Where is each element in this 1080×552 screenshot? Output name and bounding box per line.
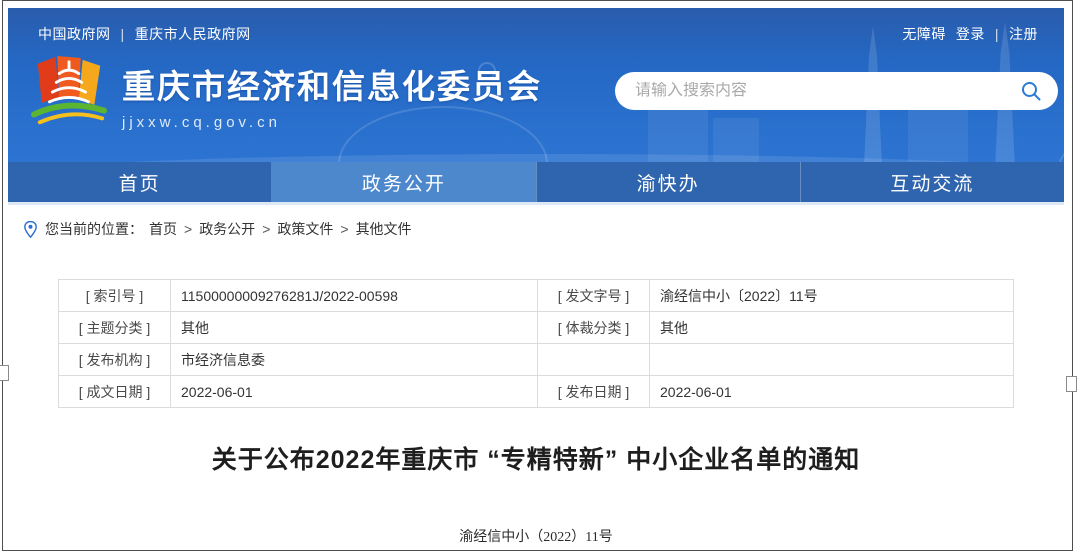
main-nav: 首页 政务公开 渝快办 互动交流 <box>8 162 1064 202</box>
table-row: [ 主题分类 ] 其他 [ 体裁分类 ] 其他 <box>59 312 1014 344</box>
site-domain: jjxxw.cq.gov.cn <box>122 114 542 131</box>
gov-links: 中国政府网 | 重庆市人民政府网 <box>38 24 251 44</box>
site-title[interactable]: 重庆市经济和信息化委员会 <box>122 60 542 108</box>
register-link[interactable]: 注册 <box>1009 24 1038 44</box>
meta-label-subject-class: [ 主题分类 ] <box>59 312 171 344</box>
separator: | <box>121 26 125 42</box>
selection-handle-left[interactable] <box>0 365 9 381</box>
top-bar: 中国政府网 | 重庆市人民政府网 无障碍 登录 | 注册 <box>8 8 1064 44</box>
skyline-wave-icon <box>8 154 1064 162</box>
search-input[interactable] <box>635 82 1020 100</box>
selection-handle-right[interactable] <box>1066 376 1077 392</box>
nav-item-gov-affairs[interactable]: 政务公开 <box>271 162 535 202</box>
doc-meta-table-wrap: [ 索引号 ] 11500000009276281J/2022-00598 [ … <box>58 279 1014 408</box>
brand-text: 重庆市经济和信息化委员会 jjxxw.cq.gov.cn <box>122 60 542 131</box>
meta-value-written-date: 2022-06-01 <box>171 376 538 408</box>
page: 中国政府网 | 重庆市人民政府网 无障碍 登录 | 注册 <box>8 8 1064 546</box>
search-button[interactable] <box>1020 80 1042 102</box>
nav-item-home[interactable]: 首页 <box>8 162 271 202</box>
login-link[interactable]: 登录 <box>956 24 985 44</box>
separator: | <box>995 26 999 42</box>
breadcrumb-separator: > <box>184 221 192 237</box>
meta-value-empty <box>650 344 1014 376</box>
meta-value-doc-symbol: 渝经信中小〔2022〕11号 <box>650 280 1014 312</box>
breadcrumb-item-policy-files[interactable]: 政策文件 <box>277 219 333 239</box>
meta-label-index-no: [ 索引号 ] <box>59 280 171 312</box>
nav-item-interaction[interactable]: 互动交流 <box>800 162 1064 202</box>
meta-label-written-date: [ 成文日期 ] <box>59 376 171 408</box>
nav-item-yukuaiban[interactable]: 渝快办 <box>536 162 800 202</box>
meta-value-publish-date: 2022-06-01 <box>650 376 1014 408</box>
doc-meta-table: [ 索引号 ] 11500000009276281J/2022-00598 [ … <box>58 279 1014 408</box>
meta-label-doc-symbol: [ 发文字号 ] <box>538 280 650 312</box>
breadcrumb-separator: > <box>340 221 348 237</box>
meta-value-issuing-agency: 市经济信息委 <box>171 344 538 376</box>
accessibility-link[interactable]: 无障碍 <box>902 24 946 44</box>
breadcrumb-separator: > <box>262 221 270 237</box>
search-box[interactable] <box>615 72 1058 110</box>
breadcrumb: 您当前的位置： 首页 > 政务公开 > 政策文件 > 其他文件 <box>8 205 1064 251</box>
breadcrumb-item-home[interactable]: 首页 <box>149 219 177 239</box>
location-pin-icon <box>24 221 37 238</box>
meta-label-empty <box>538 344 650 376</box>
meta-label-issuing-agency: [ 发布机构 ] <box>59 344 171 376</box>
meta-label-genre-class: [ 体裁分类 ] <box>538 312 650 344</box>
page-title: 关于公布2022年重庆市 “专精特新” 中小企业名单的通知 <box>8 440 1064 476</box>
meta-value-subject-class: 其他 <box>171 312 538 344</box>
account-links: 无障碍 登录 | 注册 <box>902 24 1038 44</box>
breadcrumb-prefix: 您当前的位置： <box>45 219 143 239</box>
meta-value-genre-class: 其他 <box>650 312 1014 344</box>
meta-value-index-no: 11500000009276281J/2022-00598 <box>171 280 538 312</box>
search-icon <box>1020 80 1042 102</box>
doc-number: 渝经信中小（2022）11号 <box>8 526 1064 546</box>
table-row: [ 成文日期 ] 2022-06-01 [ 发布日期 ] 2022-06-01 <box>59 376 1014 408</box>
emblem-logo-icon[interactable] <box>30 54 108 136</box>
link-chongqing-gov[interactable]: 重庆市人民政府网 <box>135 24 251 44</box>
meta-label-publish-date: [ 发布日期 ] <box>538 376 650 408</box>
breadcrumb-item-gov-affairs[interactable]: 政务公开 <box>199 219 255 239</box>
site-header: 中国政府网 | 重庆市人民政府网 无障碍 登录 | 注册 <box>8 8 1064 162</box>
table-row: [ 发布机构 ] 市经济信息委 <box>59 344 1014 376</box>
link-china-gov[interactable]: 中国政府网 <box>38 24 111 44</box>
breadcrumb-item-other-files[interactable]: 其他文件 <box>356 219 412 239</box>
table-row: [ 索引号 ] 11500000009276281J/2022-00598 [ … <box>59 280 1014 312</box>
screenshot-stage: 中国政府网 | 重庆市人民政府网 无障碍 登录 | 注册 <box>0 0 1080 552</box>
